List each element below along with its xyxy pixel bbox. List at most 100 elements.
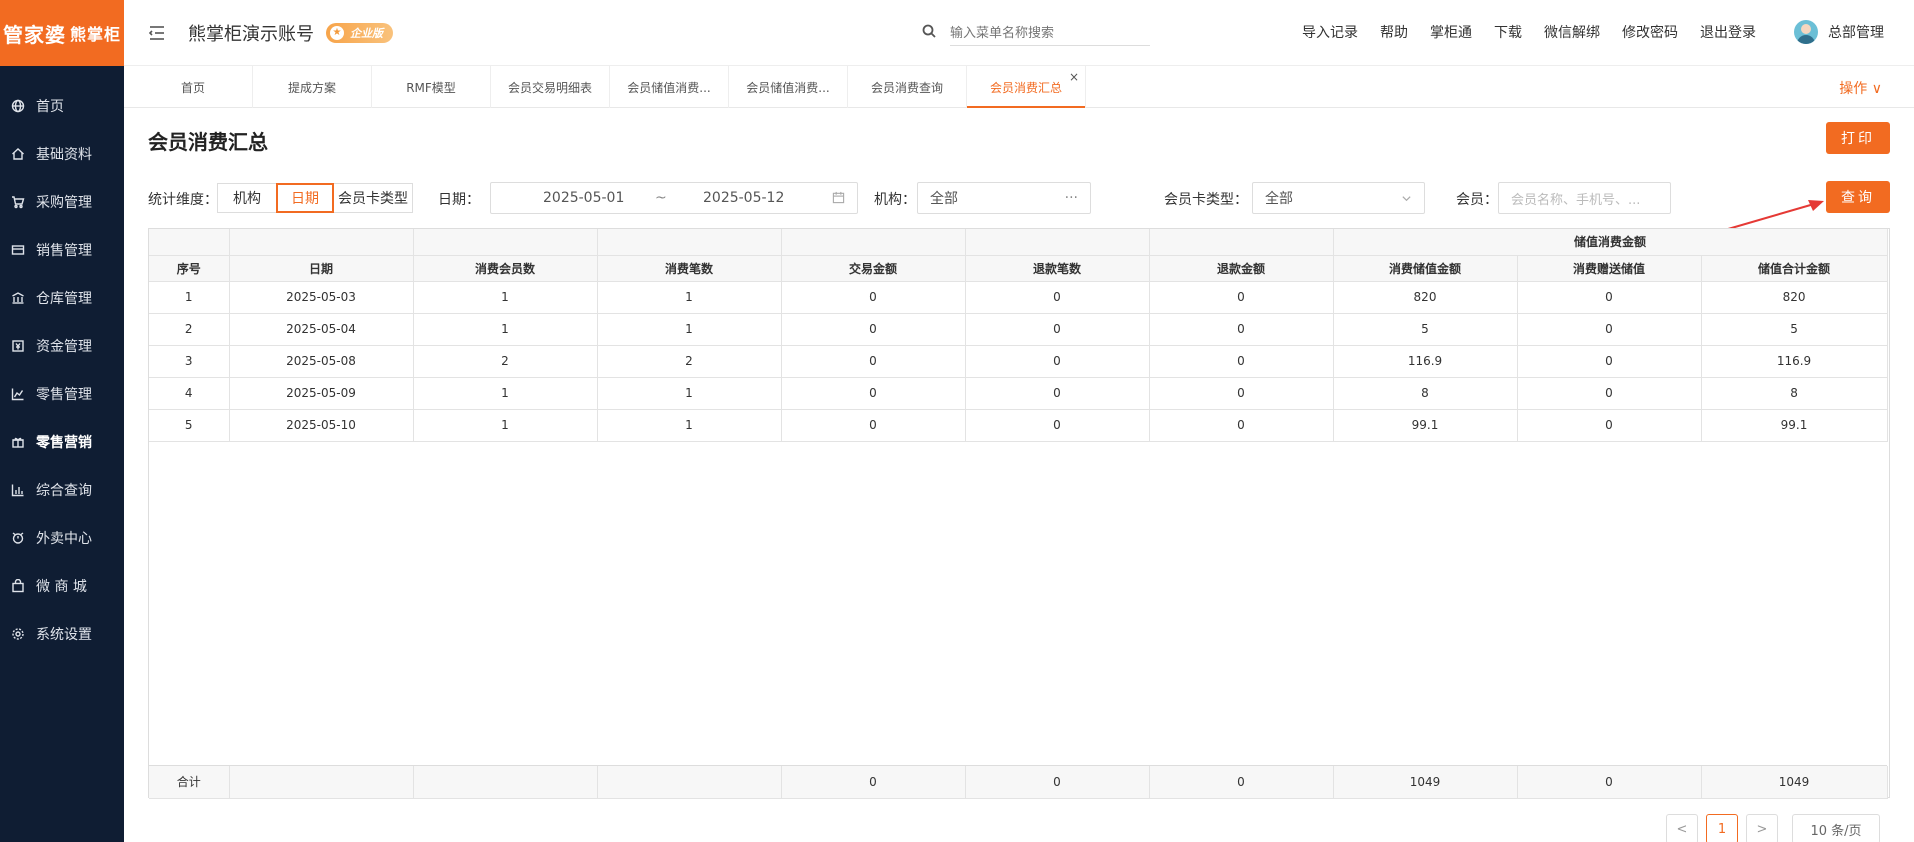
member-input[interactable]: 会员名称、手机号、... <box>1498 182 1671 214</box>
table-cell: 820 <box>1333 281 1518 314</box>
link-download[interactable]: 下载 <box>1494 22 1522 42</box>
dimension-date-option[interactable]: 日期 <box>276 183 334 213</box>
table-row[interactable]: 4 2025-05-09 1 1 0 0 0 8 0 8 <box>149 377 1888 410</box>
column-header[interactable]: 序号 <box>149 255 230 282</box>
column-header[interactable]: 消费笔数 <box>597 255 782 282</box>
table-cell: 0 <box>1517 281 1702 314</box>
search-icon[interactable] <box>922 24 936 42</box>
column-header[interactable]: 消费会员数 <box>413 255 598 282</box>
table-row[interactable]: 1 2025-05-03 1 1 0 0 0 820 0 820 <box>149 281 1888 314</box>
bank-icon <box>10 290 26 306</box>
sidebar-item-label: 综合查询 <box>36 483 92 499</box>
column-header[interactable]: 储值合计金额 <box>1701 255 1888 282</box>
sidebar-item-6[interactable]: 零售管理 <box>0 370 124 418</box>
sidebar-item-7[interactable]: 零售营销 <box>0 418 124 466</box>
table-cell: 99.1 <box>1701 409 1888 442</box>
link-import-records[interactable]: 导入记录 <box>1302 22 1358 42</box>
table-row[interactable]: 5 2025-05-10 1 1 0 0 0 99.1 0 99.1 <box>149 409 1888 442</box>
sidebar-item-label: 首页 <box>36 99 64 115</box>
operations-dropdown[interactable]: 操作 ∨ <box>1839 78 1882 98</box>
link-wechat-unbind[interactable]: 微信解绑 <box>1544 22 1600 42</box>
tab-member-transaction-detail[interactable]: 会员交易明细表 <box>491 66 610 108</box>
page-1-button[interactable]: 1 <box>1706 814 1738 842</box>
table-cell: 2 <box>597 345 782 378</box>
sidebar-item-1[interactable]: 基础资料 <box>0 130 124 178</box>
sidebar-item-label: 零售营销 <box>36 435 92 451</box>
side-nav: 首页基础资料 采购管理 销售管理 仓库管理 资金管理 零售管理零售营销综合查询外卖中心微 … <box>0 82 124 658</box>
next-page-button[interactable]: > <box>1746 814 1778 842</box>
sidebar-item-4[interactable]: 仓库管理 <box>0 274 124 322</box>
table-cell: 820 <box>1701 281 1888 314</box>
date-range-picker[interactable]: 2025-05-01 ~ 2025-05-12 <box>490 182 858 214</box>
column-header[interactable]: 消费赠送储值 <box>1517 255 1702 282</box>
tab-member-stored-value-2[interactable]: 会员储值消费... <box>729 66 848 108</box>
tab-bar: 首页 提成方案 RMF模型 会员交易明细表 会员储值消费... 会员储值消费..… <box>124 66 1914 108</box>
group-header-blank <box>1149 229 1334 256</box>
user-name[interactable]: 总部管理 <box>1828 22 1884 42</box>
tab-commission-plan[interactable]: 提成方案 <box>253 66 372 108</box>
user-menu[interactable]: 总部管理 <box>1794 20 1884 44</box>
date-end[interactable]: 2025-05-12 <box>703 190 784 206</box>
star-icon: ★ <box>330 25 344 40</box>
chevron-down-icon[interactable] <box>1401 192 1412 208</box>
tab-member-consumption-query[interactable]: 会员消费查询 <box>848 66 967 108</box>
table-cell: 1 <box>149 281 230 314</box>
sidebar-item-10[interactable]: 微 商 城 <box>0 562 124 610</box>
bar-chart-icon <box>10 482 26 498</box>
tab-member-stored-value-1[interactable]: 会员储值消费... <box>610 66 729 108</box>
tab-rmf-model[interactable]: RMF模型 <box>372 66 491 108</box>
tab-label: 会员交易明细表 <box>507 80 592 95</box>
link-help[interactable]: 帮助 <box>1380 22 1408 42</box>
tab-home[interactable]: 首页 <box>134 66 253 108</box>
calendar-icon[interactable] <box>832 191 845 208</box>
link-logout[interactable]: 退出登录 <box>1700 22 1756 42</box>
sidebar-item-9[interactable]: 外卖中心 <box>0 514 124 562</box>
group-header-blank <box>781 229 966 256</box>
page-size-select[interactable]: 10 条/页 <box>1792 814 1880 842</box>
dimension-card-type-option[interactable]: 会员卡类型 <box>333 183 413 213</box>
more-icon[interactable]: ··· <box>1065 190 1078 206</box>
card-type-select[interactable]: 全部 <box>1252 182 1425 214</box>
column-header[interactable]: 交易金额 <box>781 255 966 282</box>
sidebar-item-2[interactable]: 采购管理 <box>0 178 124 226</box>
table-cell: 0 <box>1517 313 1702 346</box>
table-row[interactable]: 3 2025-05-08 2 2 0 0 0 116.9 0 116.9 <box>149 345 1888 378</box>
table-cell: 0 <box>781 409 966 442</box>
prev-page-button[interactable]: < <box>1666 814 1698 842</box>
table-cell: 2025-05-04 <box>229 313 414 346</box>
sidebar-item-11[interactable]: 系统设置 <box>0 610 124 658</box>
table-cell: 1 <box>413 313 598 346</box>
menu-toggle-icon[interactable] <box>148 24 166 42</box>
date-start[interactable]: 2025-05-01 <box>543 190 624 206</box>
table-cell: 4 <box>149 377 230 410</box>
column-header[interactable]: 退款笔数 <box>965 255 1150 282</box>
sidebar-item-0[interactable]: 首页 <box>0 82 124 130</box>
avatar[interactable] <box>1794 20 1818 44</box>
print-button[interactable]: 打印 <box>1826 122 1890 154</box>
table-cell: 1 <box>597 409 782 442</box>
dimension-label: 统计维度： <box>148 192 218 208</box>
menu-search-input[interactable] <box>950 20 1150 46</box>
group-header-blank <box>149 229 230 256</box>
group-header-blank <box>597 229 782 256</box>
query-button[interactable]: 查询 <box>1826 181 1890 213</box>
total-cell <box>597 766 782 799</box>
table-cell: 1 <box>413 409 598 442</box>
total-cell: 1049 <box>1333 766 1518 799</box>
column-header[interactable]: 日期 <box>229 255 414 282</box>
dimension-org-option[interactable]: 机构 <box>217 183 277 213</box>
link-change-password[interactable]: 修改密码 <box>1622 22 1678 42</box>
org-select[interactable]: 全部 ··· <box>917 182 1091 214</box>
link-zhangguitong[interactable]: 掌柜通 <box>1430 22 1472 42</box>
table-cell: 8 <box>1701 377 1888 410</box>
tab-member-consumption-summary[interactable]: 会员消费汇总 × <box>967 66 1086 108</box>
table-row[interactable]: 2 2025-05-04 1 1 0 0 0 5 0 5 <box>149 313 1888 346</box>
sidebar-item-5[interactable]: 资金管理 <box>0 322 124 370</box>
sidebar-item-8[interactable]: 综合查询 <box>0 466 124 514</box>
column-header[interactable]: 消费储值金额 <box>1333 255 1518 282</box>
logo-sub: 熊掌柜 <box>69 25 121 44</box>
sidebar-item-3[interactable]: 销售管理 <box>0 226 124 274</box>
close-icon[interactable]: × <box>1069 70 1079 84</box>
column-header[interactable]: 退款金额 <box>1149 255 1334 282</box>
table-cell: 0 <box>965 345 1150 378</box>
